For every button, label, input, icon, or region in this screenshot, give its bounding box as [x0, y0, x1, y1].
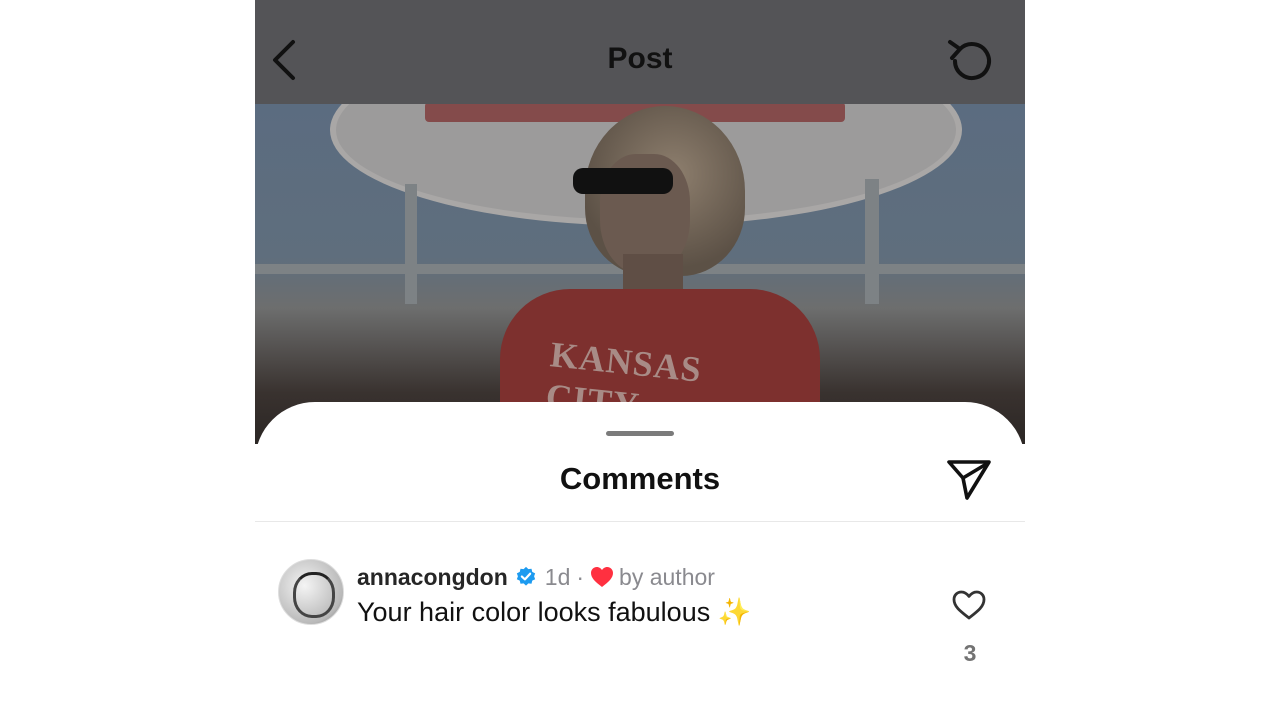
sunglasses	[573, 168, 673, 194]
page-title: Post	[607, 42, 673, 75]
avatar-illustration	[293, 572, 335, 618]
comment-username[interactable]: annacongdon	[357, 564, 508, 591]
like-count: 3	[963, 640, 977, 666]
share-button[interactable]	[945, 456, 993, 502]
refresh-icon	[948, 40, 991, 81]
comments-title: Comments	[559, 461, 721, 496]
post-photo: KANSAS CITY	[255, 104, 1025, 444]
refresh-button[interactable]	[945, 36, 995, 86]
comment-text: Your hair color looks fabulous ✨	[357, 596, 751, 628]
verified-badge-icon	[516, 566, 535, 586]
sparkles-emoji: ✨	[717, 597, 752, 627]
divider	[255, 521, 1025, 522]
send-icon	[947, 460, 991, 500]
heart-outline-icon	[952, 590, 986, 620]
background-beam	[405, 184, 417, 304]
avatar[interactable]	[278, 559, 344, 625]
post-screen: Post KANSAS CITY Comments annacongdon 1d…	[255, 0, 1025, 720]
comments-sheet: Comments annacongdon 1d · by author Your…	[255, 402, 1025, 720]
like-comment-button[interactable]	[952, 590, 986, 620]
meta-separator: ·	[576, 563, 585, 590]
comment-meta: annacongdon 1d · by author	[357, 562, 715, 592]
liked-by-author-label: by author	[619, 563, 715, 590]
sheet-drag-handle[interactable]	[606, 431, 674, 436]
background-beam	[865, 179, 879, 304]
top-nav-bar: Post	[255, 0, 1025, 104]
comment-body: Your hair color looks fabulous	[357, 597, 711, 627]
heart-filled-icon	[591, 567, 614, 587]
comment-item: annacongdon 1d · by author Your hair col…	[255, 552, 1025, 682]
comment-time: 1d	[544, 563, 571, 590]
